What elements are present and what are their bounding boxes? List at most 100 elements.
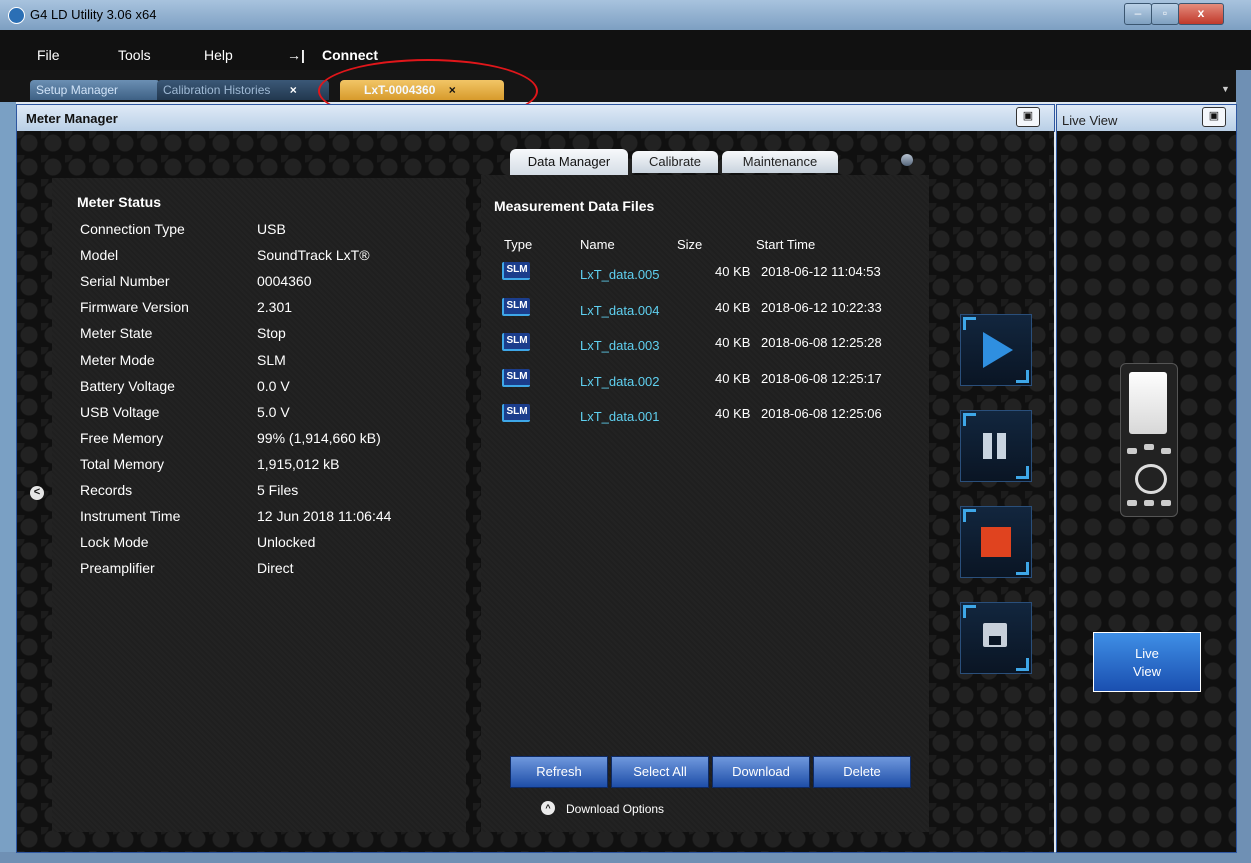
window-border-right [1236, 70, 1251, 863]
corner-accent [1016, 370, 1029, 383]
live-view-button-label: Live [1135, 646, 1159, 661]
status-value: 5.0 V [257, 404, 290, 420]
file-name-link[interactable]: LxT_data.004 [580, 303, 660, 318]
menu-tools[interactable]: Tools [118, 47, 151, 63]
column-header-size[interactable]: Size [677, 237, 702, 252]
file-name-link[interactable]: LxT_data.003 [580, 338, 660, 353]
play-icon [983, 332, 1013, 368]
corner-accent [1016, 466, 1029, 479]
tab-calibration-histories[interactable]: Calibration Histories × [157, 80, 329, 100]
window-title: G4 LD Utility 3.06 x64 [30, 7, 157, 22]
panel-option-icon[interactable] [901, 154, 913, 166]
status-value: USB [257, 221, 286, 237]
stop-button[interactable] [960, 506, 1032, 578]
status-label: Serial Number [80, 273, 170, 289]
play-button[interactable] [960, 314, 1032, 386]
download-options-link[interactable]: Download Options [566, 802, 664, 816]
slm-file-icon[interactable]: SLM [502, 298, 530, 316]
file-size: 40 KB [715, 300, 751, 315]
save-button[interactable] [960, 602, 1032, 674]
device-key [1127, 500, 1137, 506]
file-start-time: 2018-06-12 10:22:33 [761, 300, 882, 315]
tab-data-manager[interactable]: Data Manager [510, 149, 628, 175]
refresh-button[interactable]: Refresh [510, 756, 608, 788]
status-value: SLM [257, 352, 286, 368]
status-value: Stop [257, 325, 286, 341]
pause-button[interactable] [960, 410, 1032, 482]
corner-accent [963, 317, 976, 330]
status-label: Meter Mode [80, 352, 155, 368]
status-value: SoundTrack LxT® [257, 247, 370, 263]
close-tab-icon[interactable]: × [290, 83, 297, 97]
status-value: Unlocked [257, 534, 316, 550]
meter-manager-header [16, 104, 1055, 132]
tab-maintenance[interactable]: Maintenance [722, 151, 838, 173]
column-header-name[interactable]: Name [580, 237, 615, 252]
status-label: Firmware Version [80, 299, 189, 315]
slm-file-icon[interactable]: SLM [502, 333, 530, 351]
device-key [1161, 448, 1171, 454]
device-key [1161, 500, 1171, 506]
dock-icon[interactable]: ▣ [1202, 107, 1226, 127]
close-button[interactable]: x [1178, 3, 1224, 25]
collapse-left-icon[interactable]: < [30, 486, 44, 500]
dock-icon[interactable]: ▣ [1016, 107, 1040, 127]
menu-connect[interactable]: Connect [322, 47, 378, 63]
tab-label: Calibration Histories [163, 83, 271, 97]
menu-file[interactable]: File [37, 47, 60, 63]
slm-file-icon[interactable]: SLM [502, 262, 530, 280]
slm-file-icon[interactable]: SLM [502, 369, 530, 387]
device-ring [1135, 464, 1167, 494]
download-button[interactable]: Download [712, 756, 810, 788]
corner-accent [963, 509, 976, 522]
corner-accent [1016, 562, 1029, 575]
status-label: Preamplifier [80, 560, 155, 576]
minimize-button[interactable]: – [1124, 3, 1152, 25]
expand-up-icon[interactable]: ^ [541, 801, 555, 815]
file-start-time: 2018-06-08 12:25:28 [761, 335, 882, 350]
data-files-title: Measurement Data Files [494, 198, 655, 214]
device-screen [1129, 372, 1167, 434]
status-label: Connection Type [80, 221, 185, 237]
file-name-link[interactable]: LxT_data.002 [580, 374, 660, 389]
status-label: Records [80, 482, 133, 498]
live-view-title: Live View [1062, 113, 1118, 128]
delete-button[interactable]: Delete [813, 756, 911, 788]
column-header-start-time[interactable]: Start Time [756, 237, 815, 252]
live-view-button[interactable]: Live View [1093, 632, 1201, 692]
tab-overflow-icon[interactable]: ▼ [1221, 84, 1230, 94]
maximize-button[interactable]: ▫ [1151, 3, 1179, 25]
file-start-time: 2018-06-08 12:25:17 [761, 371, 882, 386]
file-size: 40 KB [715, 335, 751, 350]
sound-meter-device-image [1120, 363, 1178, 517]
tab-label: Setup Manager [36, 83, 119, 97]
menu-help[interactable]: Help [204, 47, 233, 63]
status-value: 12 Jun 2018 11:06:44 [257, 508, 392, 524]
status-value: 0.0 V [257, 378, 290, 394]
tab-setup-manager[interactable]: Setup Manager [30, 80, 160, 100]
status-value: 0004360 [257, 273, 312, 289]
menu-bar [0, 30, 1251, 70]
status-label: Free Memory [80, 430, 164, 446]
tab-calibrate[interactable]: Calibrate [632, 151, 718, 173]
file-start-time: 2018-06-12 11:04:53 [761, 264, 881, 279]
floppy-disk-icon [983, 623, 1007, 647]
file-name-link[interactable]: LxT_data.001 [580, 409, 660, 424]
connect-arrow-icon[interactable]: →| [287, 47, 305, 63]
file-size: 40 KB [715, 406, 751, 421]
slm-file-icon[interactable]: SLM [502, 404, 530, 422]
status-value: Direct [257, 560, 294, 576]
device-key [1144, 500, 1154, 506]
window-border-bottom [0, 852, 1251, 863]
status-label: USB Voltage [80, 404, 160, 420]
corner-accent [1016, 658, 1029, 671]
status-label: Battery Voltage [80, 378, 175, 394]
status-label: Lock Mode [80, 534, 149, 550]
live-view-button-label: View [1133, 664, 1161, 679]
file-name-link[interactable]: LxT_data.005 [580, 267, 660, 282]
select-all-button[interactable]: Select All [611, 756, 709, 788]
column-header-type[interactable]: Type [504, 237, 532, 252]
file-start-time: 2018-06-08 12:25:06 [761, 406, 882, 421]
corner-accent [963, 605, 976, 618]
window-border-left [0, 102, 16, 852]
